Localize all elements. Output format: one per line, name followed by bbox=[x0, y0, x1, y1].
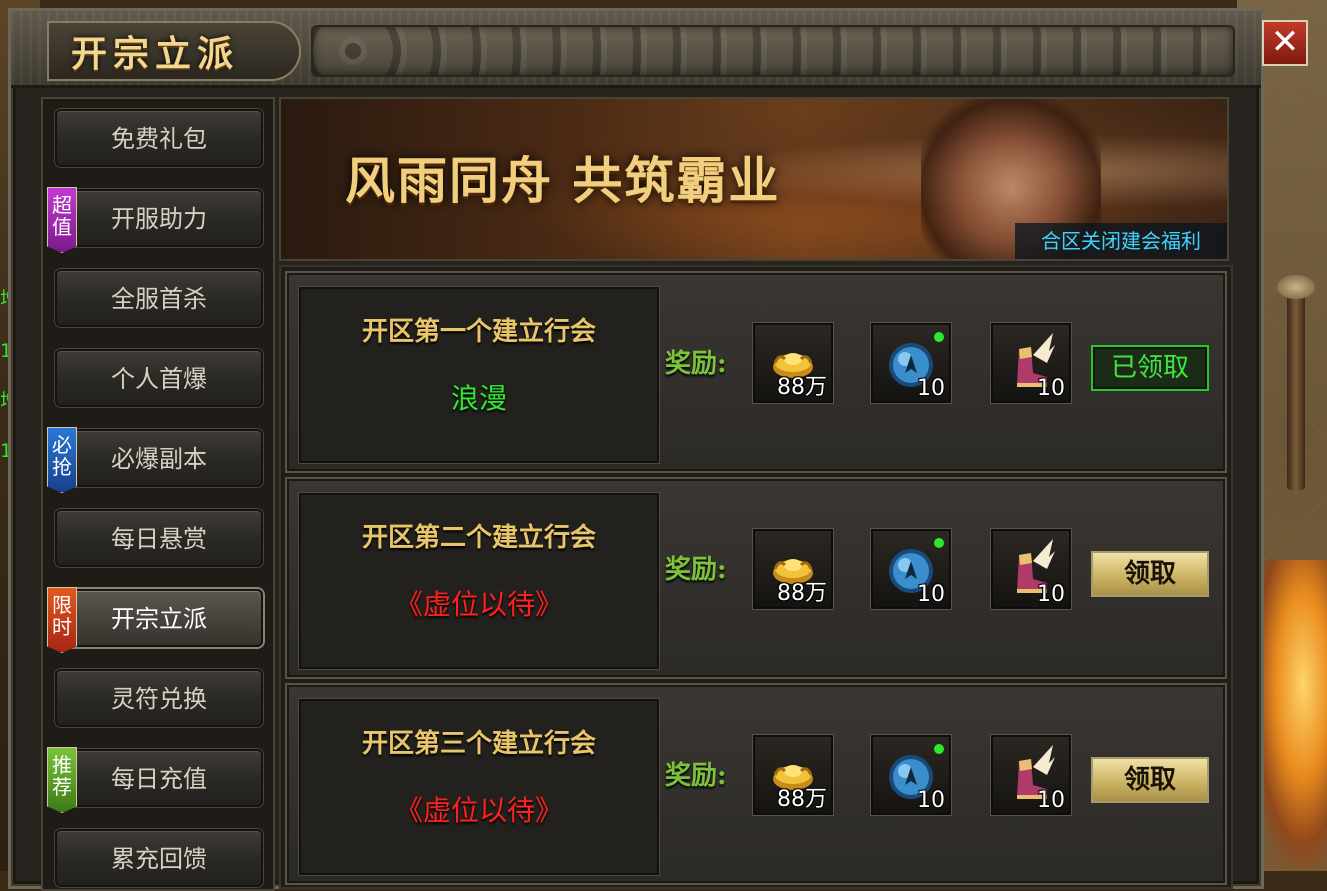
reward-item-slot[interactable]: 10 bbox=[871, 529, 951, 609]
sidebar-item[interactable]: 个人首爆 bbox=[55, 349, 263, 407]
sidebar-badge: 必抢 bbox=[47, 427, 77, 493]
reward-item-count: 10 bbox=[1037, 376, 1065, 401]
reward-item-count: 10 bbox=[917, 788, 945, 813]
sidebar: 免费礼包开服助力 超值全服首杀个人首爆必爆副本 必抢每日悬赏开宗立派 限时灵符兑换每日… bbox=[41, 97, 275, 891]
reward-row: 开区第一个建立行会 浪漫 奖励: 88万 10 10 已领取 bbox=[285, 271, 1227, 473]
condition-title: 开区第一个建立行会 bbox=[361, 317, 596, 347]
title-bar: 开宗立派 bbox=[11, 11, 1261, 88]
reward-item-slot[interactable]: 10 bbox=[991, 529, 1071, 609]
condition-title: 开区第三个建立行会 bbox=[361, 729, 596, 759]
sidebar-item-label: 灵符兑换 bbox=[111, 685, 207, 713]
sidebar-item[interactable]: 开宗立派 bbox=[55, 589, 263, 647]
torch-pole bbox=[1287, 280, 1305, 490]
title-ornament bbox=[311, 25, 1235, 77]
guild-holder-name: 《虚位以待》 bbox=[394, 588, 563, 621]
banner-title: 风雨同舟 共筑霸业 bbox=[345, 151, 781, 210]
reward-item-count: 88万 bbox=[777, 375, 827, 400]
reward-row: 开区第二个建立行会 《虚位以待》 奖励: 88万 10 10 领取 bbox=[285, 477, 1227, 679]
sidebar-item-label: 每日充值 bbox=[111, 765, 207, 793]
reward-item-count: 10 bbox=[917, 376, 945, 401]
sidebar-item-label: 累充回馈 bbox=[111, 845, 207, 873]
reward-item-count: 88万 bbox=[777, 787, 827, 812]
sidebar-item-label: 必爆副本 bbox=[111, 445, 207, 473]
reward-item-slot[interactable]: 88万 bbox=[753, 735, 833, 815]
reward-item-slot[interactable]: 10 bbox=[991, 735, 1071, 815]
claim-button[interactable]: 领取 bbox=[1091, 757, 1209, 803]
sidebar-item[interactable]: 累充回馈 bbox=[55, 829, 263, 887]
sidebar-item[interactable]: 每日充值 bbox=[55, 749, 263, 807]
sidebar-item-label: 每日悬赏 bbox=[111, 525, 207, 553]
reward-list: 开区第一个建立行会 浪漫 奖励: 88万 10 10 已领取 开区第二个建立行会 《虚位以待》奖… bbox=[279, 265, 1233, 889]
reward-item-slot[interactable]: 88万 bbox=[753, 323, 833, 403]
event-banner: 风雨同舟 共筑霸业 合区关闭建会福利 bbox=[279, 97, 1229, 261]
sidebar-item[interactable]: 全服首杀 bbox=[55, 269, 263, 327]
reward-label: 奖励: bbox=[665, 349, 727, 379]
sidebar-badge: 限时 bbox=[47, 587, 77, 653]
torch-pole-cap bbox=[1277, 275, 1315, 299]
reward-label: 奖励: bbox=[665, 761, 727, 791]
sidebar-item-label: 开宗立派 bbox=[111, 605, 207, 633]
reward-item-count: 10 bbox=[1037, 582, 1065, 607]
claimed-button[interactable]: 已领取 bbox=[1091, 345, 1209, 391]
sidebar-item-label: 个人首爆 bbox=[111, 365, 207, 393]
sidebar-badge: 超值 bbox=[47, 187, 77, 253]
sidebar-item[interactable]: 开服助力 bbox=[55, 189, 263, 247]
sidebar-item-label: 开服助力 bbox=[111, 205, 207, 233]
reward-label: 奖励: bbox=[665, 555, 727, 585]
reward-row: 开区第三个建立行会 《虚位以待》 奖励: 88万 10 10 领取 bbox=[285, 683, 1227, 885]
reward-item-count: 10 bbox=[1037, 788, 1065, 813]
sidebar-item-label: 全服首杀 bbox=[111, 285, 207, 313]
reward-item-count: 10 bbox=[917, 582, 945, 607]
claim-button[interactable]: 领取 bbox=[1091, 551, 1209, 597]
reward-item-slot[interactable]: 88万 bbox=[753, 529, 833, 609]
reward-item-slot[interactable]: 10 bbox=[991, 323, 1071, 403]
sidebar-item[interactable]: 免费礼包 bbox=[55, 109, 263, 167]
sidebar-item[interactable]: 灵符兑换 bbox=[55, 669, 263, 727]
guild-event-window: 开宗立派 免费礼包 开服助力超值全服首杀 个人首爆 必爆副本必抢每日悬赏 开宗立派限时灵… bbox=[8, 8, 1264, 891]
reward-item-count: 88万 bbox=[777, 581, 827, 606]
condition-panel: 开区第二个建立行会 《虚位以待》 bbox=[299, 493, 659, 669]
sidebar-item[interactable]: 必爆副本 bbox=[55, 429, 263, 487]
reward-item-slot[interactable]: 10 bbox=[871, 735, 951, 815]
banner-note: 合区关闭建会福利 bbox=[1015, 223, 1227, 259]
close-button[interactable]: ✕ bbox=[1262, 20, 1308, 66]
sidebar-badge: 推荐 bbox=[47, 747, 77, 813]
guild-holder-name: 《虚位以待》 bbox=[394, 794, 563, 827]
sidebar-item[interactable]: 每日悬赏 bbox=[55, 509, 263, 567]
guild-holder-name: 浪漫 bbox=[450, 382, 507, 415]
condition-panel: 开区第一个建立行会 浪漫 bbox=[299, 287, 659, 463]
condition-title: 开区第二个建立行会 bbox=[361, 523, 596, 553]
condition-panel: 开区第三个建立行会 《虚位以待》 bbox=[299, 699, 659, 875]
sidebar-item-label: 免费礼包 bbox=[111, 125, 207, 153]
reward-item-slot[interactable]: 10 bbox=[871, 323, 951, 403]
window-title: 开宗立派 bbox=[71, 33, 240, 75]
